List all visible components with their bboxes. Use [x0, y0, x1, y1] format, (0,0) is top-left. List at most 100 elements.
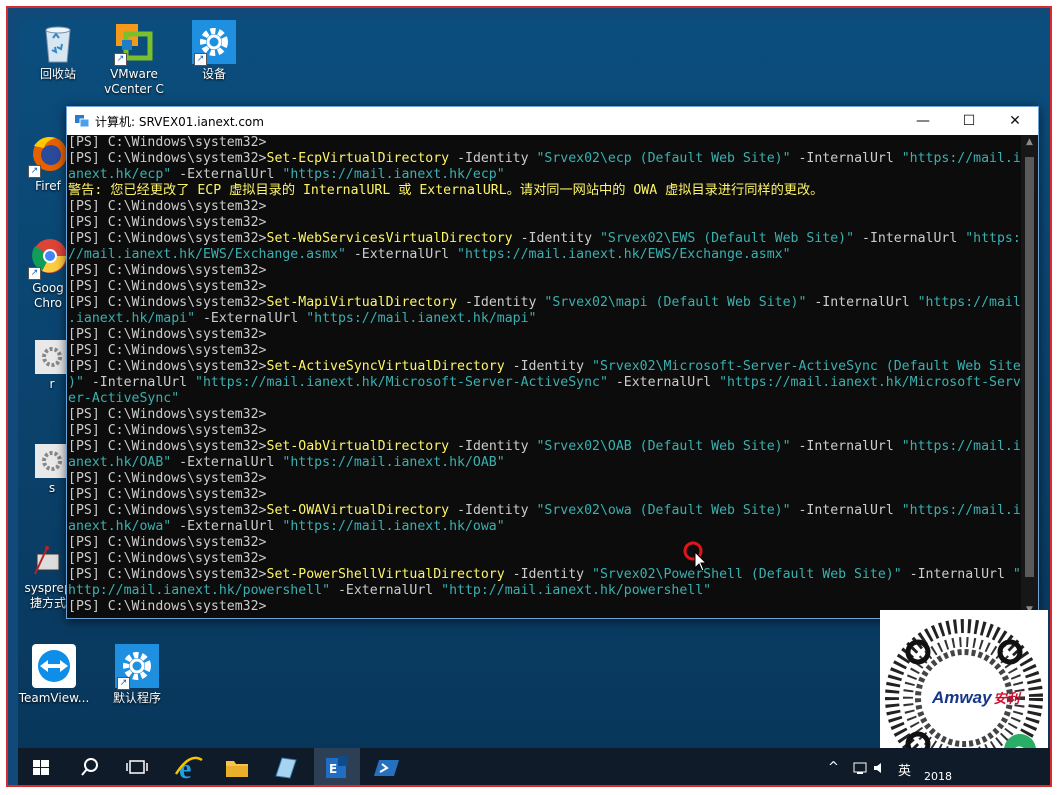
console-segment: [PS] C:\Windows\system32> [68, 279, 267, 294]
console-segment: [PS] C:\Windows\system32> [68, 407, 267, 422]
clock[interactable]: 2018 [924, 770, 952, 783]
chrome-icon: ↗ [26, 234, 70, 280]
console-line: )" -InternalUrl "https://mail.ianext.hk/… [68, 375, 1021, 391]
remote-computer-icon [75, 115, 89, 128]
console-segment: Set-ActiveSyncVirtualDirectory [266, 359, 505, 374]
vertical-scrollbar[interactable]: ▲ ▼ [1021, 135, 1038, 617]
console-segment: -Identity [449, 151, 537, 166]
input-language-indicator[interactable]: 英 [898, 760, 911, 779]
console-segment: -InternalUrl [83, 375, 196, 390]
console-segment: "Srvex02\PowerShell (Default Web Site)" [592, 567, 902, 582]
server-manager-icon [275, 757, 297, 779]
console-segment: "https://mail.i [901, 439, 1021, 454]
console-segment: anext.hk/owa" [68, 519, 172, 534]
console-line: [PS] C:\Windows\system32> [68, 343, 1021, 359]
powershell-icon [374, 760, 399, 776]
console-segment: 警告: 您已经更改了 ECP 虚拟目录的 InternalURL 或 Exter… [68, 183, 824, 198]
console-segment: http://mail.ianext.hk/powershell" [68, 583, 331, 598]
folder-icon [226, 761, 248, 777]
console-segment: -InternalUrl [854, 231, 966, 246]
desktop-icon-default-programs[interactable]: ↗ 默认程序 [101, 644, 173, 706]
console-segment: -ExternalUrl [330, 583, 442, 598]
network-icon[interactable] [852, 760, 868, 776]
console-segment: [PS] C:\Windows\system32> [68, 215, 267, 230]
settings-shortcut-icon [35, 444, 69, 478]
console-segment: [PS] C:\Windows\system32> [68, 439, 267, 454]
console-segment: "https://mail.ianext.hk/owa" [282, 519, 505, 534]
desktop-icon-vmware[interactable]: ↗ VMware vCenter C [98, 20, 170, 97]
console-segment: Set-OWAVirtualDirectory [266, 503, 450, 518]
shortcut-arrow-icon: ↗ [28, 165, 41, 178]
console-segment: "https://mail.ianext.hk/Microsoft-Server… [195, 375, 608, 390]
start-button[interactable] [18, 748, 64, 785]
close-button[interactable]: ✕ [992, 107, 1038, 135]
console-segment: "http://mail.ianext.hk/powershell" [441, 583, 712, 598]
console-segment: -ExternalUrl [607, 375, 720, 390]
console-segment: -Identity [504, 567, 593, 582]
console-segment: -InternalUrl [806, 295, 918, 310]
exchange-shell-icon: E [326, 756, 348, 778]
task-view-button[interactable] [114, 748, 160, 785]
taskbar-ie[interactable]: e [166, 748, 212, 785]
console-segment: [PS] C:\Windows\system32> [68, 295, 267, 310]
desktop-icon-label: 回收站 [39, 67, 76, 81]
console-line: anext.hk/ecp" -ExternalUrl "https://mail… [68, 167, 1021, 183]
taskbar-exchange-shell[interactable]: E [314, 748, 360, 785]
desktop-icon-recycle-bin[interactable]: 回收站 [22, 20, 94, 82]
console-segment: [PS] C:\Windows\system32> [68, 359, 267, 374]
console-segment: Set-WebServicesVirtualDirectory [266, 231, 513, 246]
console-line: [PS] C:\Windows\system32> [68, 135, 1021, 151]
console-line: [PS] C:\Windows\system32>Set-WebServices… [68, 231, 1021, 247]
sysprep-icon [31, 544, 65, 578]
console-line: [PS] C:\Windows\system32>Set-ActiveSyncV… [68, 359, 1021, 375]
desktop-icon-teamviewer[interactable]: TeamView... [18, 644, 90, 706]
console-line: [PS] C:\Windows\system32> [68, 407, 1021, 423]
console-segment: anext.hk/OAB" [68, 455, 172, 470]
taskbar-server-manager[interactable] [262, 748, 308, 785]
console-line: [PS] C:\Windows\system32> [68, 487, 1021, 503]
minimize-button[interactable]: — [900, 107, 946, 135]
console-segment: [PS] C:\Windows\system32> [68, 423, 267, 438]
windows-logo-icon [33, 760, 49, 775]
console-segment: -Identity [449, 503, 537, 518]
console-segment: //mail.ianext.hk/EWS/Exchange.asmx" [68, 247, 346, 262]
console-line: [PS] C:\Windows\system32> [68, 199, 1021, 215]
powershell-window[interactable]: 计算机: SRVEX01.ianext.com — ☐ ✕ [PS] C:\Wi… [66, 106, 1039, 619]
console-segment: -ExternalUrl [171, 519, 283, 534]
console-line: 警告: 您已经更改了 ECP 虚拟目录的 InternalURL 或 Exter… [68, 183, 1021, 199]
console-segment: "Srvex02\Microsoft-Server-ActiveSync (De… [592, 359, 1021, 374]
console-line: [PS] C:\Windows\system32>Set-PowerShellV… [68, 567, 1021, 583]
taskbar-file-explorer[interactable] [214, 748, 260, 785]
search-button[interactable] [66, 748, 112, 785]
screenshot-frame: 回收站 ↗ VMware vCenter C ↗ 设备 ↗ Firef ↗ Go… [6, 6, 1052, 787]
maximize-button[interactable]: ☐ [946, 107, 992, 135]
volume-icon[interactable] [872, 760, 888, 776]
console-segment: [PS] C:\Windows\system32> [68, 535, 267, 550]
console-segment: .ianext.hk/mapi" [68, 311, 196, 326]
console-segment: "https: [965, 231, 1021, 246]
gear-icon: ↗ [115, 644, 159, 690]
console-segment: [PS] C:\Windows\system32> [68, 343, 267, 358]
console-output[interactable]: [PS] C:\Windows\system32> [PS] C:\Windows… [67, 135, 1021, 615]
window-titlebar[interactable]: 计算机: SRVEX01.ianext.com — ☐ ✕ [67, 107, 1038, 135]
tray-chevron-icon[interactable]: ^ [828, 760, 839, 775]
scrollbar-thumb[interactable] [1025, 157, 1034, 577]
console-segment: "https://mail.ianext.hk/Microsoft-Serv [719, 375, 1021, 390]
console-line: [PS] C:\Windows\system32>Set-EcpVirtualD… [68, 151, 1021, 167]
console-segment: [PS] C:\Windows\system32> [68, 487, 267, 502]
taskbar-powershell[interactable] [364, 748, 410, 785]
scroll-up-icon[interactable]: ▲ [1021, 137, 1038, 147]
search-icon [81, 758, 98, 776]
console-segment: "https://mail.i [901, 503, 1021, 518]
svg-text:E: E [329, 762, 337, 776]
window-title: 计算机: SRVEX01.ianext.com [95, 115, 264, 129]
console-line: [PS] C:\Windows\system32> [68, 471, 1021, 487]
taskbar: e E ^ 英 2018 [18, 748, 1050, 785]
desktop-icon-devices[interactable]: ↗ 设备 [178, 20, 250, 82]
shortcut-arrow-icon: ↗ [114, 53, 127, 66]
console-segment: -ExternalUrl [171, 167, 283, 182]
recycle-bin-icon [36, 20, 80, 64]
console-segment: -InternalUrl [790, 151, 902, 166]
console-segment: Set-PowerShellVirtualDirectory [266, 567, 505, 582]
console-segment: [PS] C:\Windows\system32> [68, 599, 267, 614]
